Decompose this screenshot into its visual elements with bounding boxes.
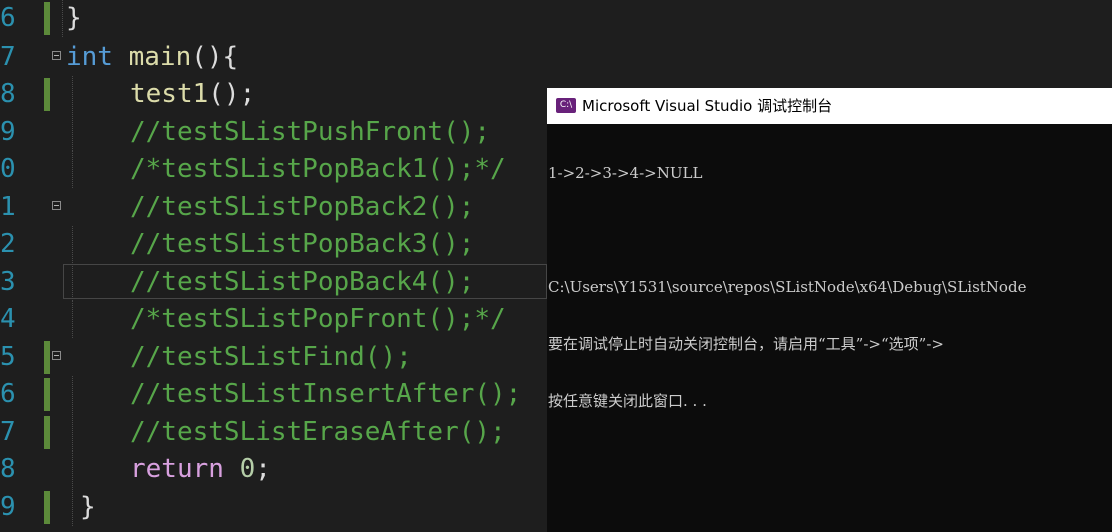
line-number: 7 — [0, 42, 16, 72]
change-marker — [44, 78, 50, 111]
change-marker — [44, 2, 50, 35]
console-output-line: 要在调试停止时自动关闭控制台，请启用“工具”->“选项”-> — [548, 335, 944, 353]
collapse-toggle-icon[interactable] — [52, 201, 61, 210]
console-output[interactable]: 1->2->3->4->NULL C:\Users\Y1531\source\r… — [548, 126, 1112, 449]
console-output-line: 1->2->3->4->NULL — [548, 164, 703, 182]
line-number: 6 — [0, 3, 16, 33]
code-text: test1(); — [130, 79, 256, 109]
indent-guide — [72, 376, 73, 413]
code-text: } — [80, 492, 96, 522]
console-title: Microsoft Visual Studio 调试控制台 — [582, 97, 833, 115]
comment-text: //testSListPopBack3(); — [130, 229, 475, 259]
indent-guide — [72, 489, 73, 526]
indent-guide — [72, 76, 73, 113]
collapse-toggle-icon[interactable] — [52, 351, 61, 360]
indent-guide — [72, 151, 73, 188]
collapse-toggle-icon[interactable] — [52, 51, 61, 60]
console-output-line: 按任意键关闭此窗口. . . — [548, 392, 707, 410]
indent-guide — [72, 414, 73, 451]
comment-text: //testSListEraseAfter(); — [130, 417, 506, 447]
line-number: 7 — [0, 417, 16, 447]
line-number: 3 — [0, 267, 16, 297]
line-number: 9 — [0, 492, 16, 522]
comment-text: /*testSListPopBack1();*/ — [130, 154, 506, 184]
indent-guide — [72, 264, 73, 301]
debug-console-window[interactable]: C:\ Microsoft Visual Studio 调试控制台 1->2->… — [547, 88, 1112, 532]
indent-guide — [72, 226, 73, 263]
line-number: 1 — [0, 192, 16, 222]
code-text: } — [66, 3, 82, 33]
code-line[interactable]: 6 } — [0, 0, 1112, 37]
comment-text: /*testSListPopFront();*/ — [130, 304, 506, 334]
change-marker — [44, 491, 50, 524]
comment-text: //testSListPushFront(); — [130, 117, 491, 147]
console-title-bar[interactable]: C:\ Microsoft Visual Studio 调试控制台 — [547, 88, 1112, 124]
comment-text: //testSListFind(); — [130, 342, 412, 372]
line-number: 6 — [0, 379, 16, 409]
line-number: 8 — [0, 454, 16, 484]
change-marker — [44, 378, 50, 411]
visual-studio-console-icon: C:\ — [556, 98, 576, 113]
change-marker — [44, 341, 50, 374]
line-number: 8 — [0, 79, 16, 109]
line-number: 2 — [0, 229, 16, 259]
line-number: 9 — [0, 117, 16, 147]
line-number: 4 — [0, 304, 16, 334]
code-line[interactable]: 7 int main(){ — [0, 39, 1112, 76]
console-output-line: C:\Users\Y1531\source\repos\SListNode\x6… — [548, 278, 1027, 296]
comment-text: //testSListPopBack4(); — [130, 267, 475, 297]
code-text: int main(){ — [66, 42, 239, 72]
indent-guide — [72, 451, 73, 488]
comment-text: //testSListPopBack2(); — [130, 192, 475, 222]
line-number: 0 — [0, 154, 16, 184]
comment-text: //testSListInsertAfter(); — [130, 379, 522, 409]
indent-guide — [72, 301, 73, 338]
change-marker — [44, 416, 50, 449]
code-text: return 0; — [130, 454, 271, 484]
line-number: 5 — [0, 342, 16, 372]
indent-guide — [62, 0, 63, 37]
indent-guide — [72, 114, 73, 151]
